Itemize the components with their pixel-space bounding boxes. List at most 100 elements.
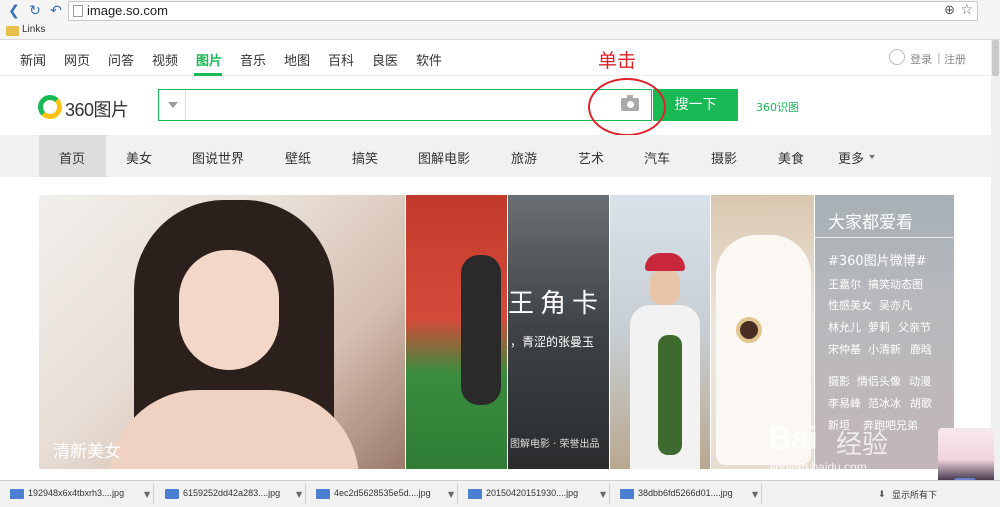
popular-tag[interactable]: 小清新 xyxy=(868,341,901,357)
top-nav xyxy=(0,40,1000,76)
watermark-jingyan: 经验 xyxy=(836,430,889,460)
scrollbar-thumb[interactable] xyxy=(992,40,999,76)
category-funny[interactable]: 搞笑 xyxy=(352,148,378,167)
popular-panel-title: 大家都爱看 xyxy=(828,213,913,233)
nav-health[interactable]: 良医 xyxy=(372,50,398,69)
address-bar[interactable]: image.so.com ⊕ ☆ xyxy=(68,1,978,21)
register-link[interactable]: 注册 xyxy=(944,51,966,67)
nav-music[interactable]: 音乐 xyxy=(240,50,266,69)
nav-video[interactable]: 视频 xyxy=(152,50,178,69)
login-link[interactable]: 登录 xyxy=(910,51,932,67)
file-icon xyxy=(620,489,634,499)
nav-map[interactable]: 地图 xyxy=(284,50,310,69)
back-icon[interactable]: ❮ xyxy=(6,3,22,19)
popular-tag[interactable]: 吴亦凡 xyxy=(879,297,912,313)
chevron-down-icon[interactable]: ▼ xyxy=(296,490,302,499)
feature-image-caption[interactable]: 清新美女 xyxy=(53,437,121,462)
scrollbar[interactable] xyxy=(991,40,1000,480)
logo-icon[interactable] xyxy=(38,95,62,119)
star-icon[interactable]: ☆ xyxy=(960,2,973,18)
category-art[interactable]: 艺术 xyxy=(578,148,604,167)
popular-tag[interactable]: 李易峰 xyxy=(828,395,861,411)
image-player-shape xyxy=(461,255,501,405)
image-face-shape xyxy=(650,269,680,305)
file-icon xyxy=(10,489,24,499)
category-food[interactable]: 美食 xyxy=(778,148,804,167)
category-movie[interactable]: 图解电影 xyxy=(418,148,470,167)
nav-images[interactable]: 图片 xyxy=(196,50,222,69)
popular-tag[interactable]: 动漫 xyxy=(909,373,931,389)
file-icon xyxy=(468,489,482,499)
chevron-down-icon[interactable]: ▼ xyxy=(448,490,454,499)
watermark-baidu: Bai xyxy=(768,420,818,456)
image-girl-hat[interactable] xyxy=(610,195,710,469)
click-annotation: 单击 xyxy=(598,50,637,72)
chevron-down-icon[interactable]: ▼ xyxy=(752,490,758,499)
divider xyxy=(457,484,458,504)
image-soccer[interactable] xyxy=(406,195,507,469)
highlight-circle xyxy=(588,78,666,136)
chevron-down-icon xyxy=(869,155,875,159)
file-icon xyxy=(165,489,179,499)
category-world[interactable]: 图说世界 xyxy=(192,148,244,167)
search-input[interactable] xyxy=(187,90,607,120)
nav-baike[interactable]: 百科 xyxy=(328,50,354,69)
zoom-icon[interactable]: ⊕ xyxy=(944,3,955,18)
logo-text[interactable]: 360图片 xyxy=(65,96,129,122)
popular-tag[interactable]: 宋仲基 xyxy=(828,341,861,357)
popular-tag[interactable]: 情侣头像 xyxy=(857,373,901,389)
user-icon[interactable] xyxy=(889,49,905,65)
popular-tag[interactable]: 范冰冰 xyxy=(868,395,901,411)
movie-credit-overlay: 图解电影 · 荣誉出品 xyxy=(510,439,600,450)
category-home[interactable]: 首页 xyxy=(59,148,85,167)
download-filename: 192948x6x4tbxrh3....jpg xyxy=(28,488,125,498)
download-filename: 4ec2d5628535e5d....jpg xyxy=(334,488,431,498)
popular-tag[interactable]: 王嘉尔 xyxy=(828,276,861,292)
search-type-dropdown[interactable] xyxy=(159,90,186,120)
divider xyxy=(305,484,306,504)
download-filename: 20150420151930....jpg xyxy=(486,488,579,498)
image-face-shape xyxy=(179,250,279,370)
category-beauty[interactable]: 美女 xyxy=(126,148,152,167)
popular-tag[interactable]: 鹿晗 xyxy=(910,341,932,357)
download-filename: 6159252dd42a283....jpg xyxy=(183,488,281,498)
popular-hashtag[interactable]: #360图片微博# xyxy=(828,250,927,269)
nav-news[interactable]: 新闻 xyxy=(20,50,46,69)
image-cat-eye xyxy=(736,317,762,343)
popular-tag[interactable]: 搞笑动态图 xyxy=(868,276,923,292)
active-tab-underline xyxy=(194,73,222,76)
movie-subtitle-overlay: ，青涩的张曼玉 xyxy=(510,335,595,349)
category-travel[interactable]: 旅游 xyxy=(511,148,537,167)
category-photo[interactable]: 摄影 xyxy=(711,148,737,167)
page-icon xyxy=(73,5,83,17)
category-wallpaper[interactable]: 壁纸 xyxy=(285,148,311,167)
popular-tag[interactable]: 萝莉 xyxy=(868,319,890,335)
download-icon: ⬇ xyxy=(878,490,886,500)
popular-tag[interactable]: 性感美女 xyxy=(828,297,872,313)
url-text: image.so.com xyxy=(87,3,168,18)
login-separator: | xyxy=(937,51,941,64)
bookmark-folder-links[interactable]: Links xyxy=(22,24,45,35)
chevron-down-icon[interactable]: ▼ xyxy=(600,490,606,499)
image-movie[interactable]: 王角卡 ，青涩的张曼玉 图解电影 · 荣誉出品 xyxy=(508,195,609,469)
nav-software[interactable]: 软件 xyxy=(416,50,442,69)
popular-tag[interactable]: 林允儿 xyxy=(828,319,861,335)
popular-tag[interactable]: 摄影 xyxy=(828,373,850,389)
divider xyxy=(815,237,954,238)
undo-icon[interactable]: ↶ xyxy=(48,3,64,19)
category-car[interactable]: 汽车 xyxy=(644,148,670,167)
chevron-down-icon[interactable]: ▼ xyxy=(144,490,150,499)
popular-tag[interactable]: 胡歌 xyxy=(910,395,932,411)
watermark-url: jingyan.baidu.com xyxy=(770,460,867,474)
category-more[interactable]: 更多 xyxy=(838,148,864,167)
shitu-link[interactable]: 360识图 xyxy=(756,99,799,115)
nav-qa[interactable]: 问答 xyxy=(108,50,134,69)
popular-tag[interactable]: 父亲节 xyxy=(898,319,931,335)
show-all-downloads-link[interactable]: 显示所有下 xyxy=(892,488,937,501)
refresh-icon[interactable]: ↻ xyxy=(27,3,43,19)
nav-web[interactable]: 网页 xyxy=(64,50,90,69)
feature-image-beauty[interactable]: 清新美女 xyxy=(39,195,405,469)
image-plant-shape xyxy=(658,335,682,455)
file-icon xyxy=(316,489,330,499)
chevron-down-icon xyxy=(168,102,178,108)
